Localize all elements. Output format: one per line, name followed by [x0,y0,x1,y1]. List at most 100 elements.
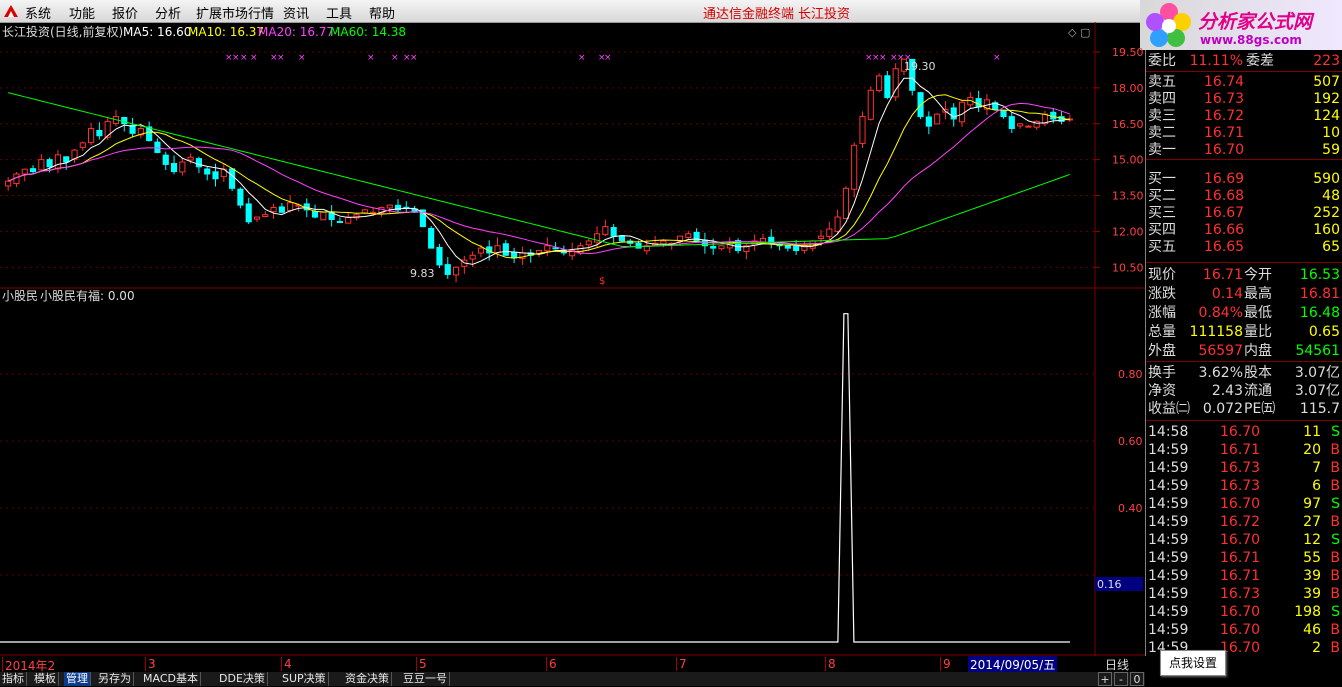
trade-time: 14:59 [1148,532,1189,548]
menu-quote[interactable]: 报价 [112,3,138,22]
ask-row: 卖二 16.71 10 [1146,124,1342,142]
menu-function[interactable]: 功能 [69,3,95,22]
candle-body [685,233,692,238]
stat-label: 涨幅 [1148,305,1176,321]
trade-price: 16.71 [1220,550,1261,566]
tab-另存为[interactable]: 另存为 [96,672,134,686]
menu-system[interactable]: 系统 [25,3,51,22]
chart-zoom-button[interactable]: - [1114,672,1128,686]
candle-body [477,247,485,254]
tab-DDE决策[interactable]: DDE决策 [217,672,268,686]
date-axis-label: 3 [145,657,156,671]
signal-marker-icon: × [232,53,240,63]
finance-label: 股本 [1244,365,1272,381]
candle-body [851,144,858,190]
finance-label: 换手 [1148,365,1176,381]
chart-zoom-button[interactable]: 0 [1130,672,1144,686]
candle-body [502,243,509,256]
tab-资金决策[interactable]: 资金决策 [343,672,392,686]
tab-豆豆一号[interactable]: 豆豆一号 [401,672,450,686]
trade-time: 14:59 [1148,496,1189,512]
candle-body [287,202,294,211]
bid-row: 买四 16.66 160 [1146,221,1342,239]
menu-help[interactable]: 帮助 [369,3,395,22]
stat-label: 涨跌 [1148,286,1176,302]
bid-price: 16.65 [1204,239,1245,255]
ask-price: 16.74 [1204,74,1245,90]
trade-volume: 27 [1303,514,1321,530]
menu-analysis[interactable]: 分析 [155,3,181,22]
ma5-legend: MA5: 16.60 [123,25,191,39]
trade-row: 14:59 16.70 198 S [1146,603,1342,621]
candle-body [253,216,261,220]
trade-volume: 2 [1312,640,1321,656]
stat-label: 量比 [1244,324,1272,340]
candle-body [170,163,178,173]
price-axis-label: 15.00 [1112,154,1144,167]
ask-volume: 124 [1313,108,1340,124]
candle-body [1000,109,1007,118]
date-axis-label: 7 [676,657,687,671]
ask-label: 卖二 [1148,125,1176,141]
chart-diamond-icon[interactable]: ◇ [1068,26,1077,39]
promo-terminal[interactable]: 通达信金融终端 [703,3,794,22]
bid-volume: 160 [1313,222,1340,238]
date-axis-label: 5 [416,657,427,671]
chart-zoom-button[interactable]: + [1098,672,1112,686]
trade-price: 16.70 [1220,424,1261,440]
candle-body [270,206,277,213]
candle-body [262,214,269,218]
tab-管理[interactable]: 管理 [64,672,91,686]
tab-模板[interactable]: 模板 [32,672,59,686]
candle-body [436,247,443,266]
trade-volume: 6 [1312,478,1321,494]
tab-MACD基本[interactable]: MACD基本 [141,672,201,686]
candle-body [237,188,244,206]
menu-extended-market[interactable]: 扩展市场行情 [196,3,274,22]
menu-news[interactable]: 资讯 [283,3,309,22]
signal-marker-icon: × [578,53,586,63]
ma20-legend: MA20: 16.77 [258,25,334,39]
candle-body [154,141,161,153]
tab-指标[interactable]: 指标 [0,672,27,686]
finance-value: 3.62% [1198,365,1243,381]
bid-price: 16.68 [1204,188,1245,204]
chart-area[interactable]: 长江投资(日线,前复权) MA5: 16.60 MA10: 16.37 MA20… [0,22,1145,656]
trade-side: B [1330,550,1340,566]
trade-volume: 198 [1294,604,1321,620]
kline-chart[interactable]: 长江投资(日线,前复权) MA5: 16.60 MA10: 16.37 MA20… [0,22,1145,656]
trade-time: 14:59 [1148,550,1189,566]
bid-row: 买二 16.68 48 [1146,187,1342,205]
trade-volume: 11 [1303,424,1321,440]
menu-tools[interactable]: 工具 [326,3,352,22]
tab-SUP决策[interactable]: SUP决策 [280,672,329,686]
stat-value: 0.14 [1211,286,1243,302]
finance-value: 3.07亿 [1294,365,1340,381]
brand-url: www.88gs.com [1200,33,1302,47]
weidiff-value: 223 [1313,53,1340,69]
promo-stock[interactable]: 长江投资 [798,3,850,22]
candle-body [718,245,725,250]
bid-label: 买四 [1148,222,1176,238]
trade-time: 14:59 [1148,568,1189,584]
bid-label: 买一 [1148,171,1176,187]
trade-volume: 7 [1312,460,1321,476]
candle-body [793,245,800,252]
stat-label: 内盘 [1244,343,1272,359]
trade-row: 14:59 16.71 55 B [1146,549,1342,567]
candle-body [278,206,285,213]
trade-price: 16.70 [1220,640,1261,656]
trade-volume: 12 [1303,532,1321,548]
candle-body [187,156,194,161]
trade-row: 14:59 16.71 39 B [1146,567,1342,585]
trade-price: 16.73 [1220,586,1261,602]
trade-volume: 46 [1303,622,1321,638]
trade-time: 14:59 [1148,442,1189,458]
weibi-label: 委比 [1148,53,1176,69]
candle-body [925,116,932,127]
chart-window-icon[interactable]: ▢ [1080,26,1090,39]
candle-body [46,159,53,168]
settings-tooltip[interactable]: 点我设置 [1160,650,1226,676]
period-label[interactable]: 日线 [1105,656,1129,673]
indicator-current-value: 0.16 [1097,578,1122,591]
